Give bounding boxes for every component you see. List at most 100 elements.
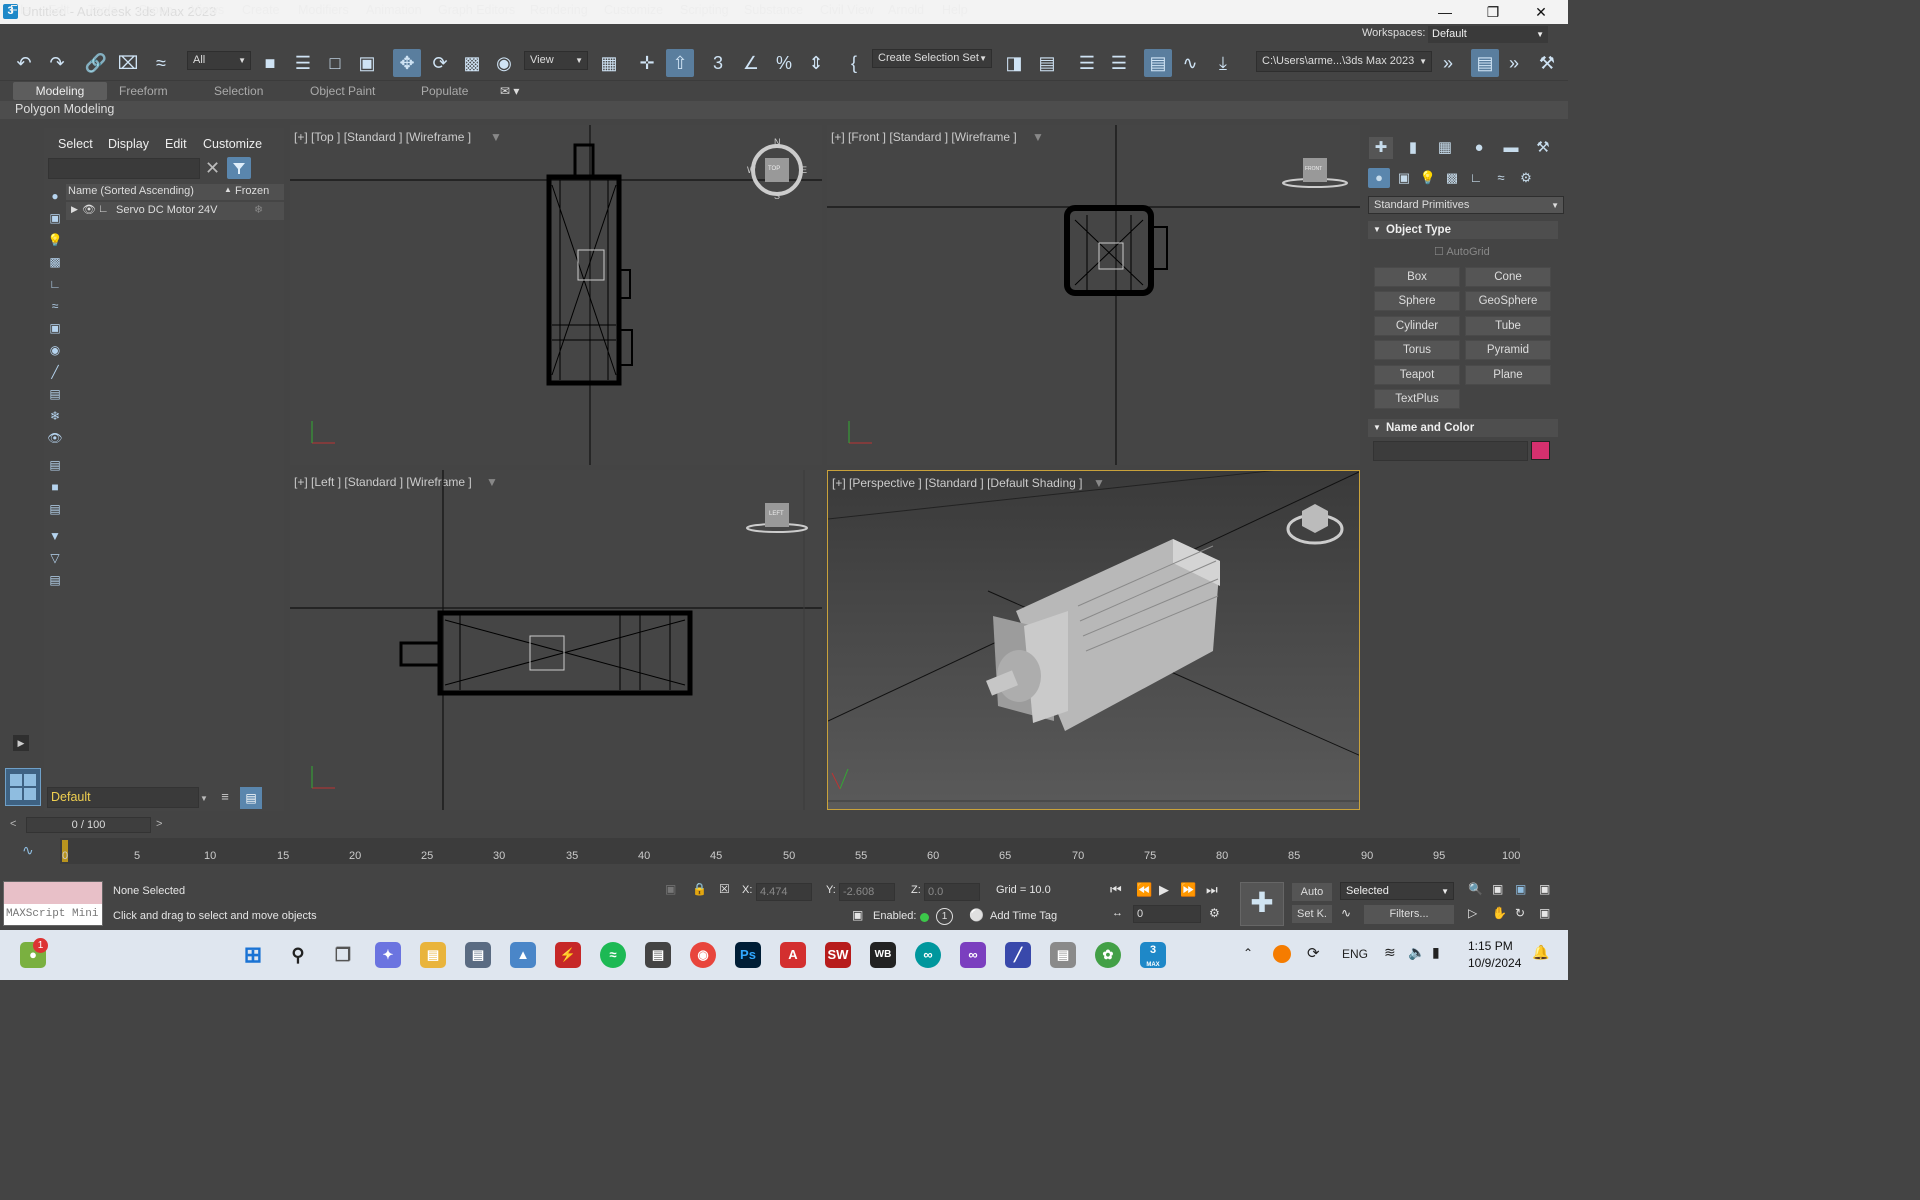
minimize-icon[interactable]: — — [1422, 0, 1468, 24]
menu-edit[interactable]: Edit — [48, 3, 70, 17]
window-crossing-icon[interactable]: ▣ — [353, 49, 381, 77]
battery-icon[interactable]: ▮ — [1432, 944, 1440, 961]
key-tangent-icon[interactable]: ∿ — [1341, 906, 1351, 920]
calculator-icon[interactable]: ▤ — [645, 942, 671, 968]
zoom-icon[interactable]: 🔍 — [1468, 882, 1483, 896]
printer-icon[interactable]: ▤ — [1050, 942, 1076, 968]
place-icon[interactable]: ◉ — [490, 49, 518, 77]
current-layer-select[interactable]: Default — [47, 787, 199, 808]
object-name-input[interactable] — [1373, 441, 1528, 461]
freeze-icon[interactable]: ❄ — [254, 203, 263, 216]
primitive-category-dropdown[interactable]: Standard Primitives ▼ — [1368, 196, 1564, 214]
polygon-modeling-panel[interactable]: Polygon Modeling — [15, 102, 114, 116]
workbench-icon[interactable]: WB — [870, 942, 896, 968]
set-key-icon[interactable]: ✚ — [1240, 882, 1284, 926]
space-warps-icon[interactable]: ≈ — [1490, 168, 1512, 188]
workspace-select[interactable]: Default ▼ — [1428, 26, 1548, 43]
viewport-front[interactable]: [+] [Front ] [Standard ] [Wireframe ] FR… — [827, 125, 1360, 465]
tab-selection[interactable]: Selection — [214, 82, 263, 100]
cameras-icon[interactable]: ▩ — [1441, 168, 1463, 188]
tab-object-paint[interactable]: Object Paint — [310, 82, 375, 100]
spotify-icon[interactable]: ≈ — [600, 942, 626, 968]
display-tab-icon[interactable]: ▬ — [1499, 137, 1523, 159]
menu-civil-view[interactable]: Civil View — [820, 3, 874, 17]
tab-freeform[interactable]: Freeform — [119, 82, 168, 100]
next-key-icon[interactable]: ⏩ — [1180, 882, 1196, 898]
menu-graph-editors[interactable]: Graph Editors — [438, 3, 515, 17]
display-containers-icon[interactable]: ▤ — [47, 387, 63, 401]
restore-icon[interactable]: ❐ — [1470, 0, 1516, 24]
set-key-button[interactable]: Set K. — [1292, 905, 1332, 923]
menu-substance[interactable]: Substance — [744, 3, 803, 17]
mirror-icon[interactable]: ◨ — [1000, 49, 1028, 77]
layer-explorer-toggle-icon[interactable]: ▤ — [240, 787, 262, 809]
select-manipulate-icon[interactable]: ✛ — [633, 49, 661, 77]
display-xrefs-icon[interactable]: ◉ — [47, 343, 63, 357]
viewcube-top-label[interactable]: TOP — [768, 166, 780, 172]
menu-tools[interactable]: Tools — [88, 3, 117, 17]
menu-views[interactable]: Views — [191, 3, 224, 17]
viewport-layout-icon[interactable] — [5, 768, 41, 806]
viewport-filter-icon[interactable]: ▼ — [1093, 476, 1105, 490]
pan-icon[interactable]: ✋ — [1492, 906, 1507, 920]
search-icon[interactable]: ⚲ — [285, 942, 311, 968]
snaps-toggle-icon[interactable]: 3 — [704, 49, 732, 77]
expand-toolbar-icon-2[interactable]: » — [1500, 49, 1528, 77]
unlink-icon[interactable]: ⌧ — [114, 49, 142, 77]
go-to-end-icon[interactable]: ⏭ — [1206, 882, 1218, 898]
viewport-perspective[interactable]: [+] [Perspective ] [Standard ] [Default … — [827, 470, 1360, 810]
time-tag-icon[interactable]: ⚪ — [969, 908, 984, 922]
hierarchy-tab-icon[interactable]: ▦ — [1433, 137, 1457, 159]
curve-editor-icon[interactable]: ∿ — [1176, 49, 1204, 77]
display-geometry-icon[interactable]: ● — [47, 189, 63, 203]
tube-button[interactable]: Tube — [1465, 316, 1551, 336]
acrobat-icon[interactable]: ⚡ — [555, 942, 581, 968]
z-coordinate-input[interactable]: 0.0 — [924, 883, 980, 901]
arduino-icon[interactable]: ∞ — [915, 942, 941, 968]
rectangular-selection-icon[interactable]: □ — [321, 49, 349, 77]
explorer-search-input[interactable] — [48, 158, 200, 179]
select-by-name-icon[interactable]: ☰ — [289, 49, 317, 77]
auto-key-button[interactable]: Auto — [1292, 883, 1332, 901]
layer-explorer-icon[interactable]: ☰ — [1105, 49, 1133, 77]
display-hidden-icon[interactable]: 👁 — [47, 431, 63, 445]
angle-snap-icon[interactable]: ∠ — [737, 49, 765, 77]
notifications-bell-icon[interactable]: 🔔 — [1532, 944, 1549, 961]
visual-studio-icon[interactable]: ∞ — [960, 942, 986, 968]
eye-icon[interactable]: 👁 — [82, 203, 96, 216]
display-bones-icon[interactable]: ╱ — [47, 365, 63, 379]
create-tab-icon[interactable]: ✚ — [1369, 137, 1393, 159]
viewcube-left-label[interactable]: LEFT — [769, 511, 784, 517]
app-icon-green[interactable]: ✿ — [1095, 942, 1121, 968]
display-frozen-icon[interactable]: ❄ — [47, 409, 63, 423]
viewcube-front-label[interactable]: FRONT — [1305, 166, 1322, 172]
viewport-top[interactable]: [+] [Top ] [Standard ] [Wireframe ] N E … — [290, 125, 822, 465]
cone-button[interactable]: Cone — [1465, 267, 1551, 287]
chevron-up-icon[interactable]: ⌃ — [1243, 946, 1253, 960]
adaptive-degradation-icon[interactable]: ▣ — [852, 908, 863, 922]
y-coordinate-input[interactable]: -2.608 — [839, 883, 895, 901]
geosphere-button[interactable]: GeoSphere — [1465, 291, 1551, 311]
next-frame-icon[interactable]: > — [156, 818, 162, 830]
menu-arnold[interactable]: Arnold — [888, 3, 924, 17]
explorer-menu-edit[interactable]: Edit — [165, 137, 187, 151]
3ds-max-icon[interactable]: 3 MAX — [1140, 942, 1166, 968]
photoshop-icon[interactable]: Ps — [735, 942, 761, 968]
filters-button[interactable]: Filters... — [1364, 905, 1454, 924]
move-icon[interactable]: ✥ — [393, 49, 421, 77]
textplus-button[interactable]: TextPlus — [1374, 389, 1460, 409]
menu-group[interactable]: Group — [138, 3, 173, 17]
zoom-all-icon[interactable]: ▣ — [1492, 882, 1503, 896]
object-color-swatch[interactable] — [1531, 441, 1550, 460]
layer-icon[interactable]: ▤ — [47, 573, 63, 587]
display-helpers-icon[interactable]: ∟ — [47, 277, 63, 291]
lights-icon[interactable]: 💡 — [1417, 168, 1439, 188]
sphere-button[interactable]: Sphere — [1374, 291, 1460, 311]
object-name[interactable]: Servo DC Motor 24V — [116, 204, 217, 216]
app-icon-generic[interactable]: ▤ — [465, 942, 491, 968]
time-slider[interactable]: 0 / 100 — [26, 817, 151, 833]
filter-funnel-icon[interactable]: ▼ — [47, 529, 63, 543]
field-of-view-icon[interactable]: ▷ — [1468, 906, 1477, 920]
file-explorer-icon[interactable]: ▤ — [420, 942, 446, 968]
app-icon-blue[interactable]: ╱ — [1005, 942, 1031, 968]
